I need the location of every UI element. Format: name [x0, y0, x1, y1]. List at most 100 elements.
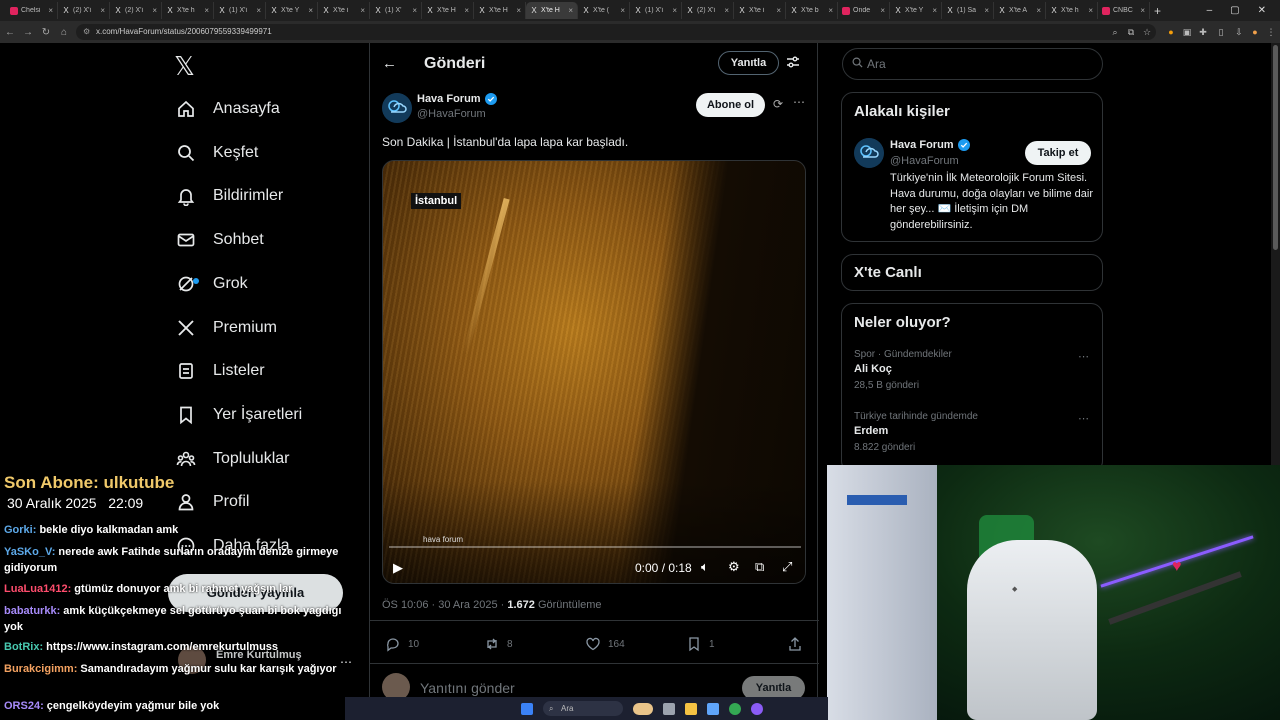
- close-tab-icon[interactable]: ×: [880, 6, 885, 15]
- browser-tab[interactable]: X (1) Sa ×: [942, 2, 994, 19]
- scrollbar-thumb[interactable]: [1273, 45, 1278, 250]
- browser-tab[interactable]: X X'te i ×: [734, 2, 786, 19]
- profile-avatar-icon[interactable]: ●: [1248, 24, 1262, 40]
- close-tab-icon[interactable]: ×: [568, 6, 573, 15]
- close-tab-icon[interactable]: ×: [984, 6, 989, 15]
- close-tab-icon[interactable]: ×: [256, 6, 261, 15]
- subscribe-button[interactable]: Abone ol: [696, 93, 765, 117]
- nav-item-bell[interactable]: Bildirimler: [176, 181, 283, 211]
- extensions-puzzle-icon[interactable]: ✚: [1196, 24, 1210, 40]
- bookmark-action[interactable]: 1: [686, 636, 715, 652]
- like-action[interactable]: 164: [585, 636, 625, 652]
- chrome-icon[interactable]: [729, 702, 741, 715]
- back-arrow-icon[interactable]: ←: [382, 55, 397, 72]
- close-tab-icon[interactable]: ×: [308, 6, 313, 15]
- close-tab-icon[interactable]: ×: [464, 6, 469, 15]
- repost-action[interactable]: 8: [484, 636, 513, 652]
- maximize-icon[interactable]: ▢: [1230, 5, 1239, 16]
- browser-tab[interactable]: X X'te Y ×: [266, 2, 318, 19]
- taskbar-app-icon[interactable]: [751, 702, 763, 715]
- sidebar-panel-icon[interactable]: ▯: [1214, 24, 1228, 40]
- related-name[interactable]: Hava Forum: [890, 139, 970, 151]
- browser-tab[interactable]: X X'te H ×: [474, 2, 526, 19]
- reply-action[interactable]: 10: [385, 636, 419, 652]
- share-action[interactable]: [787, 636, 803, 652]
- close-tab-icon[interactable]: ×: [1088, 6, 1093, 15]
- nav-item-list[interactable]: Listeler: [176, 356, 265, 386]
- picture-in-picture-icon[interactable]: ⧉: [755, 559, 764, 575]
- trend-more-icon[interactable]: ⋯: [1078, 412, 1089, 425]
- task-view-icon[interactable]: [663, 702, 675, 715]
- browser-tab[interactable]: X X'te H ×: [422, 2, 474, 19]
- browser-tab[interactable]: X X'te H ×: [526, 2, 578, 19]
- site-info-icon[interactable]: ⚙: [83, 24, 90, 40]
- browser-tab[interactable]: X X'te i ×: [318, 2, 370, 19]
- browser-tab[interactable]: X (1) X' ×: [370, 2, 422, 19]
- new-tab-icon[interactable]: +: [1154, 4, 1161, 18]
- browser-tab[interactable]: X (2) X'i ×: [682, 2, 734, 19]
- close-tab-icon[interactable]: ×: [776, 6, 781, 15]
- video-progress-bar[interactable]: [389, 546, 801, 548]
- x-live-card[interactable]: X'te Canlı: [841, 254, 1103, 291]
- browser-tab[interactable]: Önde ×: [838, 2, 890, 19]
- url-field[interactable]: ⚙ x.com/HavaForum/status/200607955933949…: [76, 24, 1156, 40]
- browser-tab[interactable]: X (2) X'i ×: [110, 2, 162, 19]
- settings-gear-icon[interactable]: ⚙: [728, 559, 740, 575]
- video-player[interactable]: İstanbul hava forum ▶ 0:00 / 0:18 🔈︎ ⚙ ⧉…: [382, 160, 806, 584]
- windows-start-icon[interactable]: [521, 702, 533, 715]
- browser-tab[interactable]: X X'te h ×: [1046, 2, 1098, 19]
- close-tab-icon[interactable]: ×: [204, 6, 209, 15]
- taskbar-search[interactable]: ⌕ Ara: [543, 701, 623, 716]
- close-tab-icon[interactable]: ×: [1036, 6, 1041, 15]
- browser-tab[interactable]: X (1) X'i ×: [630, 2, 682, 19]
- close-tab-icon[interactable]: ×: [152, 6, 157, 15]
- nav-item-home[interactable]: Anasayfa: [176, 94, 280, 124]
- close-window-icon[interactable]: ✕: [1258, 5, 1266, 16]
- install-icon[interactable]: ⧉: [1124, 24, 1138, 40]
- browser-tab[interactable]: X X'te A ×: [994, 2, 1046, 19]
- author-handle[interactable]: @HavaForum: [417, 108, 486, 120]
- reload-icon[interactable]: ↻: [38, 27, 54, 38]
- author-avatar[interactable]: [382, 93, 412, 123]
- close-tab-icon[interactable]: ×: [360, 6, 365, 15]
- trend-name[interactable]: Ali Koç: [854, 363, 892, 375]
- nav-item-bookmark[interactable]: Yer İşaretleri: [176, 400, 302, 430]
- browser-tab[interactable]: X X'te h ×: [162, 2, 214, 19]
- file-explorer-icon[interactable]: [685, 702, 697, 715]
- taskbar-widget-icon[interactable]: [633, 702, 653, 715]
- close-tab-icon[interactable]: ×: [100, 6, 105, 15]
- browser-tab[interactable]: X (2) X'i ×: [58, 2, 110, 19]
- nav-item-search[interactable]: Keşfet: [176, 138, 258, 168]
- minimize-icon[interactable]: –: [1207, 5, 1213, 16]
- browser-tab[interactable]: X X'te Y ×: [890, 2, 942, 19]
- browser-tab[interactable]: X X'te b ×: [786, 2, 838, 19]
- close-tab-icon[interactable]: ×: [932, 6, 937, 15]
- extension-icon[interactable]: ●: [1164, 24, 1178, 40]
- extension-icon[interactable]: ▣: [1180, 24, 1194, 40]
- author-name[interactable]: Hava Forum: [417, 93, 497, 105]
- close-tab-icon[interactable]: ×: [672, 6, 677, 15]
- follow-button[interactable]: Takip et: [1025, 141, 1091, 165]
- close-tab-icon[interactable]: ×: [516, 6, 521, 15]
- filter-sliders-icon[interactable]: [786, 55, 800, 69]
- grok-explain-icon[interactable]: ⟳: [773, 97, 783, 111]
- reply-header-button[interactable]: Yanıtla: [718, 51, 779, 75]
- close-tab-icon[interactable]: ×: [724, 6, 729, 15]
- x-logo-icon[interactable]: 𝕏: [174, 52, 195, 82]
- post-timestamp[interactable]: ÖS 10:06 · 30 Ara 2025 ·: [382, 599, 507, 611]
- nav-item-mail[interactable]: Sohbet: [176, 225, 264, 255]
- nav-item-grok[interactable]: Grok: [176, 269, 248, 299]
- browser-tab[interactable]: X (1) X'i ×: [214, 2, 266, 19]
- browser-tab[interactable]: X X'te (×: [578, 2, 630, 19]
- close-tab-icon[interactable]: ×: [1140, 6, 1145, 15]
- download-icon[interactable]: ⇩: [1232, 24, 1246, 40]
- reply-input[interactable]: Yanıtını gönder: [420, 680, 515, 696]
- browser-tab[interactable]: Chelsi ×: [6, 2, 58, 19]
- nav-item-x-premium[interactable]: Premium: [176, 313, 277, 343]
- back-icon[interactable]: ←: [2, 27, 18, 38]
- volume-icon[interactable]: 🔈︎: [701, 559, 709, 575]
- search-input[interactable]: Ara: [842, 48, 1103, 80]
- browser-menu-icon[interactable]: ⋮: [1264, 24, 1278, 40]
- star-icon[interactable]: ☆: [1140, 24, 1154, 40]
- play-icon[interactable]: ▶: [393, 560, 403, 576]
